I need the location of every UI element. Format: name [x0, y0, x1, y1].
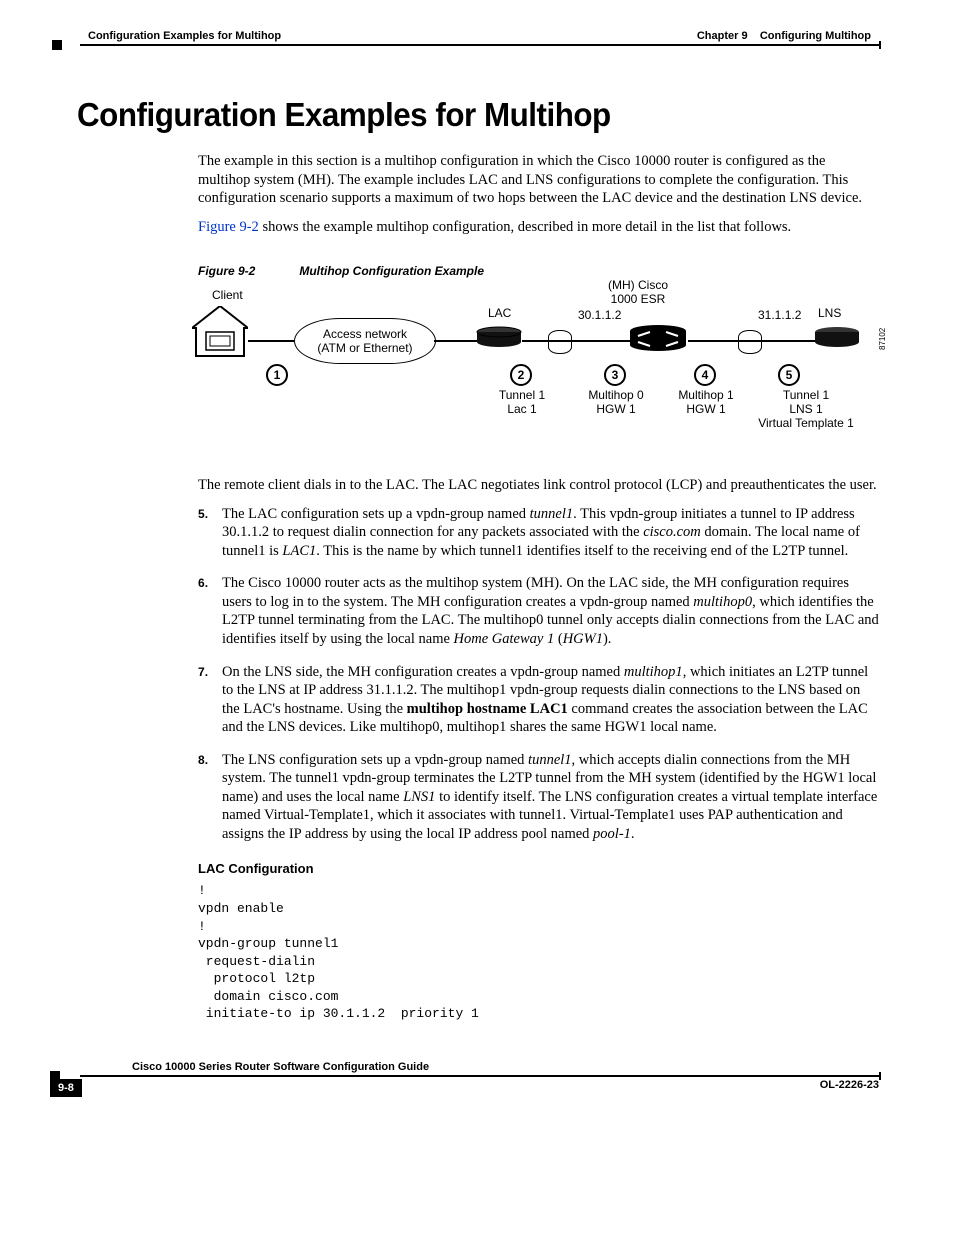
running-header-right: Chapter 9 Configuring Multihop	[697, 30, 879, 42]
step-6: The Cisco 10000 router acts as the multi…	[198, 574, 879, 648]
step-marker-2: 2	[510, 364, 532, 386]
lac-config-code: ! vpdn enable ! vpdn-group tunnel1 reque…	[198, 882, 879, 1022]
access-network-cloud: Access network (ATM or Ethernet)	[294, 318, 436, 364]
step-marker-5: 5	[778, 364, 800, 386]
lac-router-icon	[476, 326, 522, 350]
header-rule	[80, 44, 879, 46]
document-id: OL-2226-23	[820, 1079, 879, 1091]
mh-router-icon	[628, 324, 688, 354]
step-list: The LAC configuration sets up a vpdn-gro…	[198, 505, 879, 844]
diagram-client-label: Client	[212, 288, 243, 302]
step-8: The LNS configuration sets up a vpdn-gro…	[198, 751, 879, 844]
client-house-icon	[192, 306, 248, 358]
multihop-diagram: Client Access network (ATM or Ethernet) …	[198, 288, 879, 458]
lac-label: LAC	[488, 306, 511, 320]
intro-paragraph-1: The example in this section is a multiho…	[198, 152, 879, 208]
lns-router-icon	[814, 326, 860, 350]
figure-ref-link[interactable]: Figure 9-2	[198, 219, 259, 235]
mh-label: (MH) Cisco1000 ESR	[598, 278, 678, 306]
step-marker-4: 4	[694, 364, 716, 386]
page-number: 9-8	[50, 1079, 82, 1097]
lac-config-heading: LAC Configuration	[198, 861, 879, 876]
ip-31: 31.1.1.2	[758, 308, 801, 322]
figure-id: 87102	[878, 328, 887, 350]
paragraph-lcp: The remote client dials in to the LAC. T…	[198, 476, 879, 495]
lns-label: LNS	[818, 306, 841, 320]
figure-caption: Figure 9-2Multihop Configuration Example	[198, 264, 879, 278]
footer-guide-title: Cisco 10000 Series Router Software Confi…	[132, 1061, 879, 1073]
step-5: The LAC configuration sets up a vpdn-gro…	[198, 505, 879, 561]
intro-paragraph-2: Figure 9-2 shows the example multihop co…	[198, 218, 879, 237]
footer-rule	[80, 1075, 879, 1077]
step-marker-3: 3	[604, 364, 626, 386]
step-marker-1: 1	[266, 364, 288, 386]
running-header-left: Configuration Examples for Multihop	[80, 30, 281, 42]
step-7: On the LNS side, the MH configuration cr…	[198, 663, 879, 737]
ip-30: 30.1.1.2	[578, 308, 621, 322]
page-title: Configuration Examples for Multihop	[77, 96, 839, 134]
